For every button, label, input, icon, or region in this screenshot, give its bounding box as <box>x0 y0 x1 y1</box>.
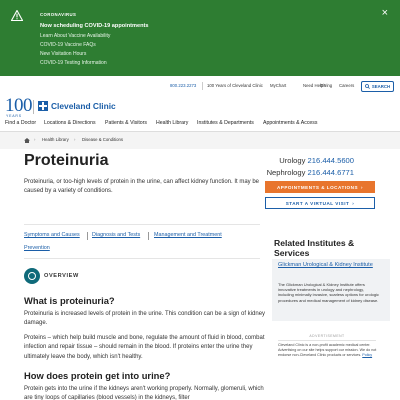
covid-alert-banner: CORONAVIRUS × Now scheduling COVID-19 ap… <box>0 0 400 76</box>
nav-appointments-access[interactable]: Appointments & Access <box>263 120 318 126</box>
alert-link-testing-info[interactable]: COVID-19 Testing Information <box>40 60 107 66</box>
nephrology-label: Nephrology <box>266 168 306 177</box>
nephrology-phone-link[interactable]: 216.444.6771 <box>308 168 354 177</box>
advertisement-label: ADVERTISEMENT <box>309 334 345 338</box>
utility-link-giving[interactable]: Giving <box>320 83 332 91</box>
toc-management-treatment[interactable]: Management and Treatment <box>154 232 222 238</box>
toc-bottom-rule <box>24 258 260 259</box>
nav-locations-directions[interactable]: Locations & Directions <box>44 120 96 126</box>
breadcrumb-chevron-icon: › <box>34 137 36 142</box>
advertisement-divider <box>278 340 376 341</box>
appointments-button-label: APPOINTMENTS & LOCATIONS <box>276 184 359 190</box>
chevron-right-icon: › <box>361 184 364 190</box>
heading-what-is-proteinuria: What is proteinuria? <box>24 295 115 306</box>
100-years-logo-caption: YEARS <box>6 114 22 118</box>
alert-tag: CORONAVIRUS <box>40 12 77 17</box>
utility-link-careers[interactable]: Careers <box>339 83 354 91</box>
institute-link[interactable]: Glickman Urological & Kidney Institute <box>278 262 378 269</box>
paragraph-definition: Proteinuria is increased levels of prote… <box>24 311 266 327</box>
cleveland-clinic-logo-text[interactable]: Cleveland Clinic <box>51 101 116 111</box>
appointments-locations-button[interactable]: APPOINTMENTS & LOCATIONS › <box>265 181 375 193</box>
breadcrumb-health-library[interactable]: Health Library <box>42 137 69 142</box>
overview-icon <box>24 268 40 284</box>
overview-label: OVERVIEW <box>44 273 79 279</box>
nav-health-library[interactable]: Health Library <box>156 120 188 126</box>
nephrology-phone: Nephrology 216.444.6771 <box>267 168 354 177</box>
urology-label: Urology <box>279 156 306 165</box>
virtual-button-label: START A VIRTUAL VISIT <box>285 200 350 206</box>
institute-description: The Glickman Urological & Kidney Institu… <box>278 282 379 303</box>
urology-phone-link[interactable]: 216.444.5600 <box>308 156 354 165</box>
search-button[interactable]: SEARCH <box>361 81 394 92</box>
sidebar-title: Related Institutes & Services <box>274 238 355 258</box>
cleveland-clinic-logo-icon[interactable] <box>38 101 48 111</box>
toc-divider <box>87 232 88 240</box>
page-title: Proteinuria <box>24 152 109 169</box>
breadcrumb-chevron-icon: › <box>74 137 76 142</box>
breadcrumb-disease-conditions[interactable]: Disease & Conditions <box>82 137 123 142</box>
close-icon[interactable]: × <box>382 8 388 19</box>
urology-phone: Urology 216.444.5600 <box>279 156 354 165</box>
utility-phone-link[interactable]: 800.223.2273 <box>170 83 196 91</box>
utility-divider <box>202 82 203 90</box>
nav-patients-visitors[interactable]: Patients & Visitors <box>105 120 147 126</box>
page-intro: Proteinuria, or too-high levels of prote… <box>24 179 260 194</box>
search-icon <box>365 84 370 89</box>
warning-icon <box>11 10 23 21</box>
logo-divider <box>33 100 34 114</box>
toc-divider <box>148 232 149 240</box>
toc-symptoms-causes[interactable]: Symptoms and Causes <box>24 232 80 238</box>
nav-institutes-departments[interactable]: Institutes & Departments <box>197 120 254 126</box>
virtual-visit-button[interactable]: START A VIRTUAL VISIT › <box>265 197 375 209</box>
alert-link-vaccine-availability[interactable]: Learn About Vaccine Availability <box>40 33 110 39</box>
policy-link[interactable]: Policy <box>362 353 372 357</box>
search-button-label: SEARCH <box>371 84 391 89</box>
chevron-right-icon: › <box>352 200 355 206</box>
alert-link-vaccine-faqs[interactable]: COVID-19 Vaccine FAQs <box>40 42 96 48</box>
toc-top-rule <box>24 224 260 225</box>
advertisement-disclaimer: Cleveland Clinic is a non-profit academi… <box>278 343 378 357</box>
alert-headline[interactable]: Now scheduling COVID-19 appointments <box>40 23 148 29</box>
nav-find-a-doctor[interactable]: Find a Doctor <box>5 120 36 126</box>
alert-link-visitation-hours[interactable]: New Visitation Hours <box>40 51 86 57</box>
toc-diagnosis-tests[interactable]: Diagnosis and Tests <box>92 232 140 238</box>
utility-link-100-years[interactable]: 100 Years of Cleveland Clinic <box>207 83 263 91</box>
100-years-logo[interactable]: 100 <box>5 96 33 115</box>
paragraph-kidneys: Protein gets into the urine if the kidne… <box>24 386 264 400</box>
home-icon[interactable] <box>24 138 30 143</box>
paragraph-proteins: Proteins – which help build muscle and b… <box>24 335 265 360</box>
heading-how-protein-gets-in: How does protein get into urine? <box>24 370 171 381</box>
toc-prevention[interactable]: Prevention <box>24 245 50 251</box>
utility-link-mychart[interactable]: MyChart <box>270 83 286 91</box>
